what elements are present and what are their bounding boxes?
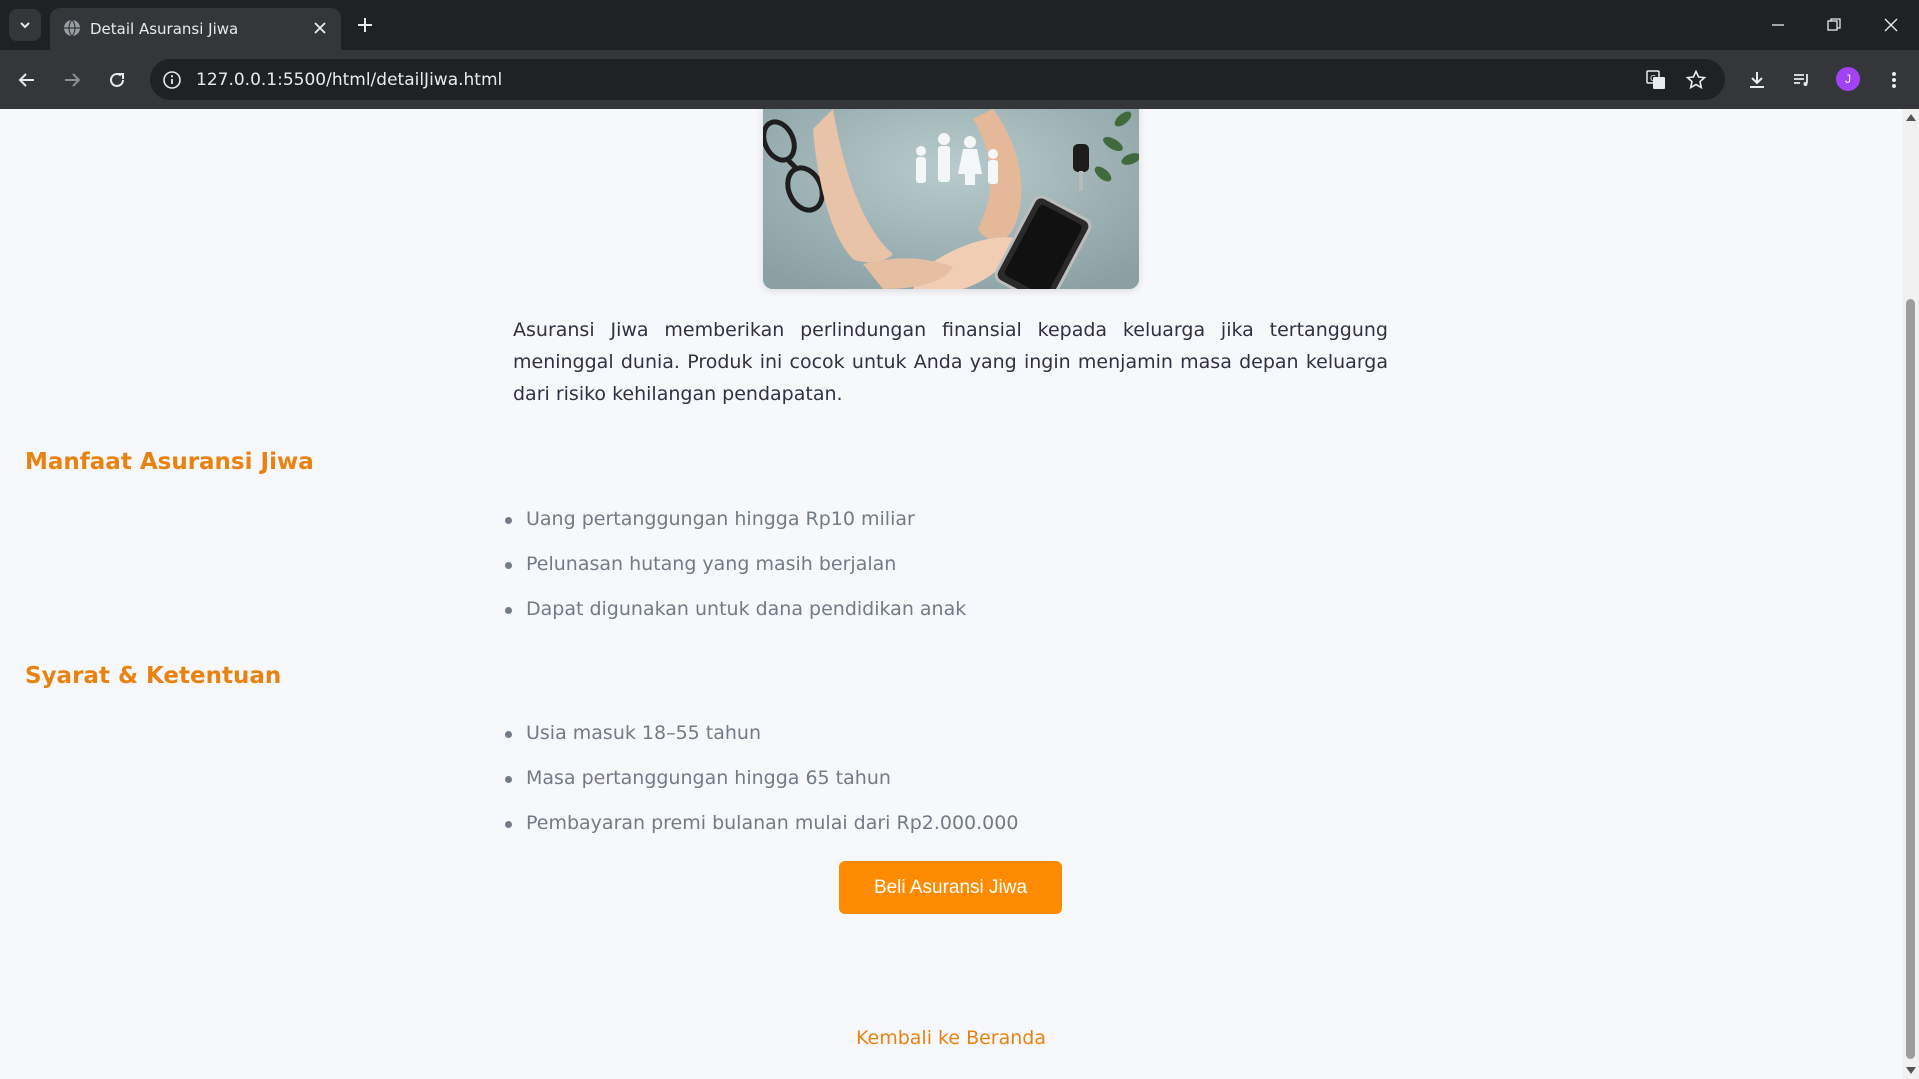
list-item: Pembayaran premi bulanan mulai dari Rp2.…	[504, 811, 1018, 856]
tab-active[interactable]: Detail Asuransi Jiwa	[50, 8, 341, 50]
translate-button[interactable]: G	[1645, 69, 1667, 91]
browser-toolbar: 127.0.0.1:5500/html/detailJiwa.html G J	[0, 50, 1919, 109]
reload-icon	[110, 72, 124, 87]
list-item: Pelunasan hutang yang masih berjalan	[504, 552, 966, 597]
restore-button[interactable]	[1814, 10, 1854, 40]
intro-paragraph: Asuransi Jiwa memberikan perlindungan fi…	[513, 319, 1388, 405]
address-bar[interactable]: 127.0.0.1:5500/html/detailJiwa.html G	[150, 59, 1725, 100]
scrollbar-thumb[interactable]	[1906, 299, 1915, 1059]
browser-menu-button[interactable]	[1881, 67, 1907, 93]
list-item: Dapat digunakan untuk dana pendidikan an…	[504, 597, 966, 642]
media-control-button[interactable]	[1789, 67, 1815, 93]
close-window-button[interactable]	[1871, 10, 1911, 40]
info-icon[interactable]	[162, 70, 182, 90]
plus-icon	[358, 18, 372, 32]
terms-list: Usia masuk 18–55 tahun Masa pertanggunga…	[504, 721, 1018, 856]
url-text[interactable]: 127.0.0.1:5500/html/detailJiwa.html	[196, 70, 502, 90]
family-protection-image	[763, 109, 1139, 289]
terms-heading: Syarat & Ketentuan	[25, 663, 282, 689]
tab-search-button[interactable]	[9, 9, 41, 41]
scroll-up-arrow-icon[interactable]	[1906, 114, 1916, 121]
benefits-heading: Manfaat Asuransi Jiwa	[25, 449, 314, 475]
bookmark-button[interactable]	[1685, 69, 1707, 91]
star-icon	[1686, 70, 1706, 90]
buy-insurance-button[interactable]: Beli Asuransi Jiwa	[839, 861, 1062, 914]
list-item: Masa pertanggungan hingga 65 tahun	[504, 766, 1018, 811]
playlist-icon	[1794, 74, 1808, 86]
back-button[interactable]	[11, 64, 43, 96]
svg-text:G: G	[1650, 74, 1656, 83]
chevron-down-icon	[20, 22, 30, 29]
forward-button[interactable]	[56, 64, 88, 96]
scroll-down-arrow-icon[interactable]	[1906, 1067, 1916, 1074]
back-to-home-link[interactable]: Kembali ke Beranda	[0, 1027, 1902, 1049]
tab-close-button[interactable]	[311, 19, 329, 37]
page-viewport: Asuransi Jiwa memberikan perlindungan fi…	[0, 109, 1902, 1079]
list-item: Uang pertanggungan hingga Rp10 miliar	[504, 507, 966, 552]
globe-icon	[64, 19, 80, 37]
close-icon	[1884, 18, 1898, 32]
arrow-right-icon	[65, 73, 81, 87]
close-icon	[314, 22, 326, 34]
download-icon	[1750, 72, 1764, 88]
minimize-button[interactable]	[1758, 10, 1798, 40]
list-item: Usia masuk 18–55 tahun	[504, 721, 1018, 766]
downloads-button[interactable]	[1744, 67, 1770, 93]
new-tab-button[interactable]	[352, 12, 378, 38]
arrow-left-icon	[18, 73, 34, 87]
profile-avatar[interactable]: J	[1836, 67, 1860, 91]
translate-icon: G	[1646, 70, 1665, 89]
more-vert-icon	[1892, 72, 1896, 88]
restore-icon	[1827, 18, 1841, 31]
tab-strip: Detail Asuransi Jiwa	[0, 0, 1919, 50]
page-scrollbar[interactable]	[1902, 109, 1919, 1079]
hero-illustration	[763, 109, 1139, 289]
reload-button[interactable]	[101, 64, 133, 96]
tab-title: Detail Asuransi Jiwa	[90, 20, 239, 38]
minimize-icon	[1772, 24, 1784, 26]
benefits-list: Uang pertanggungan hingga Rp10 miliar Pe…	[504, 507, 966, 642]
